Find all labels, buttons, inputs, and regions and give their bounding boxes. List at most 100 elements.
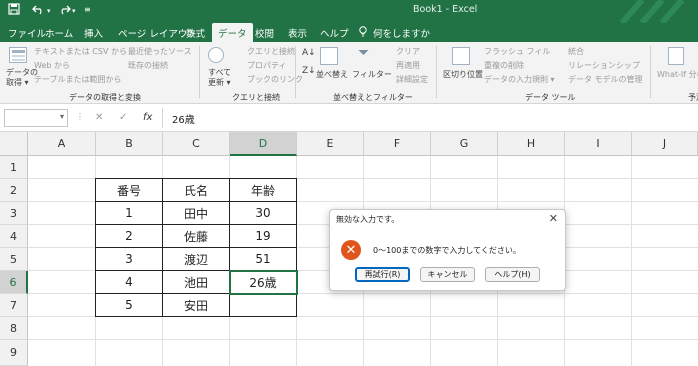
remove-duplicates-button[interactable]: 重複の削除 <box>484 60 524 71</box>
row-header[interactable]: 5 <box>0 248 28 271</box>
properties-button[interactable]: プロパティ <box>247 60 287 71</box>
from-web-button[interactable]: Web から <box>34 60 70 71</box>
table-cell[interactable]: 安田 <box>163 294 229 316</box>
filter-icon[interactable]: ⏷ <box>358 45 369 61</box>
tab-insert[interactable]: 挿入 <box>84 26 103 40</box>
table-cell[interactable]: 3 <box>96 248 162 270</box>
table-cell[interactable]: 佐藤 <box>163 225 229 247</box>
sort-icon[interactable] <box>320 47 338 65</box>
reapply-button[interactable]: 再適用 <box>396 60 420 71</box>
sort-button[interactable]: 並べ替え <box>316 69 348 80</box>
name-box[interactable]: ▾ <box>4 109 68 127</box>
table-cell[interactable]: 田中 <box>163 202 229 224</box>
insert-function-icon[interactable]: fx <box>143 112 152 123</box>
close-icon[interactable]: ✕ <box>549 212 558 225</box>
relationships-button[interactable]: リレーションシップ <box>568 60 640 71</box>
column-header[interactable]: C <box>163 132 230 156</box>
row-header[interactable]: 2 <box>0 179 28 202</box>
formula-divider <box>162 108 163 128</box>
column-header[interactable]: B <box>96 132 163 156</box>
sort-ascending-icon[interactable]: A↓ <box>302 48 316 58</box>
column-header[interactable]: I <box>565 132 632 156</box>
what-if-icon[interactable] <box>668 47 684 65</box>
get-data-icon[interactable] <box>9 47 27 63</box>
row-header[interactable]: 6 <box>0 271 28 294</box>
column-header[interactable]: G <box>431 132 498 156</box>
table-header-number[interactable]: 番号 <box>96 179 162 201</box>
existing-connections-button[interactable]: 既存の接続 <box>128 60 168 71</box>
column-header[interactable]: J <box>632 132 698 156</box>
text-to-columns-icon[interactable] <box>452 47 470 65</box>
group-data-tools: データ ツール <box>525 93 576 102</box>
queries-connections-button[interactable]: クエリと接続 <box>247 46 295 57</box>
recent-sources-button[interactable]: 最近使ったソース <box>128 46 192 57</box>
tab-view[interactable]: 表示 <box>288 26 307 40</box>
tell-me-search[interactable]: 何をしますか <box>373 26 430 40</box>
row-header[interactable]: 7 <box>0 294 28 317</box>
table-cell[interactable]: 2 <box>96 225 162 247</box>
from-text-csv-button[interactable]: テキストまたは CSV から <box>34 46 127 57</box>
window-title: Book1 - Excel <box>413 4 478 15</box>
tab-file[interactable]: ファイル <box>8 26 46 40</box>
table-cell[interactable]: 19 <box>230 225 296 247</box>
redo-icon[interactable] <box>57 3 71 18</box>
tab-review[interactable]: 校閲 <box>255 26 274 40</box>
cancel-icon[interactable]: ✕ <box>95 112 103 123</box>
row-header[interactable]: 1 <box>0 156 28 179</box>
undo-icon[interactable] <box>32 3 46 18</box>
redo-dropdown-icon[interactable]: ▾ <box>72 7 76 15</box>
data-validation-button[interactable]: データの入力規則 ▾ <box>484 74 555 85</box>
tab-help[interactable]: ヘルプ <box>320 26 349 40</box>
enter-icon[interactable]: ✓ <box>119 112 127 123</box>
filter-button[interactable]: フィルター <box>352 69 392 80</box>
customize-quick-access-icon[interactable]: ≡ <box>84 5 91 14</box>
table-cell[interactable]: 51 <box>230 248 296 270</box>
select-all-button[interactable] <box>0 132 28 156</box>
dialog-title: 無効な入力です。 <box>336 215 400 224</box>
help-button[interactable]: ヘルプ(H) <box>485 267 540 282</box>
brand-pattern <box>619 0 685 23</box>
flash-fill-button[interactable]: フラッシュ フィル <box>484 46 550 57</box>
table-cell[interactable]: 渡辺 <box>163 248 229 270</box>
tab-formulas[interactable]: 数式 <box>186 26 205 40</box>
tab-home[interactable]: ホーム <box>45 26 73 40</box>
table-cell[interactable]: 4 <box>96 271 162 293</box>
column-header[interactable]: H <box>498 132 565 156</box>
cancel-button[interactable]: キャンセル <box>420 267 475 282</box>
table-cell[interactable]: 池田 <box>163 271 229 293</box>
column-header[interactable]: A <box>28 132 96 156</box>
from-table-range-button[interactable]: テーブルまたは範囲から <box>34 74 122 85</box>
refresh-all-icon[interactable] <box>208 47 224 63</box>
row-header[interactable]: 9 <box>0 340 28 366</box>
row-header[interactable]: 3 <box>0 202 28 225</box>
table-header-age[interactable]: 年齢 <box>230 179 296 201</box>
manage-data-model-button[interactable]: データ モデルの管理 <box>568 74 643 85</box>
chevron-down-icon[interactable]: ▾ <box>60 112 64 121</box>
consolidate-button[interactable]: 統合 <box>568 46 584 57</box>
group-divider <box>650 46 651 98</box>
column-header[interactable]: E <box>297 132 364 156</box>
table-cell[interactable]: 5 <box>96 294 162 316</box>
column-header[interactable]: F <box>364 132 431 156</box>
table-cell[interactable] <box>230 294 296 316</box>
advanced-filter-button[interactable]: 詳細設定 <box>396 74 428 85</box>
get-data-label-2[interactable]: 取得 ▾ <box>6 77 29 88</box>
table-cell-active[interactable]: 26歳 <box>230 271 296 293</box>
refresh-all-label-2[interactable]: 更新 ▾ <box>208 77 231 88</box>
dialog-message: 0～100までの数字で入力してください。 <box>373 246 521 255</box>
save-icon[interactable] <box>8 3 20 18</box>
sort-descending-icon[interactable]: Z↓ <box>302 66 316 76</box>
clear-filter-button[interactable]: クリア <box>396 46 420 57</box>
retry-button[interactable]: 再試行(R) <box>355 267 410 282</box>
what-if-analysis-button[interactable]: What-If 分析 <box>657 69 698 80</box>
undo-dropdown-icon[interactable]: ▾ <box>47 7 51 15</box>
column-header[interactable]: D <box>230 132 297 156</box>
table-cell[interactable]: 30 <box>230 202 296 224</box>
text-to-columns-button[interactable]: 区切り位置 <box>443 69 483 80</box>
row-header[interactable]: 8 <box>0 317 28 340</box>
row-header[interactable]: 4 <box>0 225 28 248</box>
table-header-name[interactable]: 氏名 <box>163 179 229 201</box>
tab-data[interactable]: データ <box>212 23 253 42</box>
formula-input[interactable]: 26歳 <box>172 111 195 126</box>
table-cell[interactable]: 1 <box>96 202 162 224</box>
